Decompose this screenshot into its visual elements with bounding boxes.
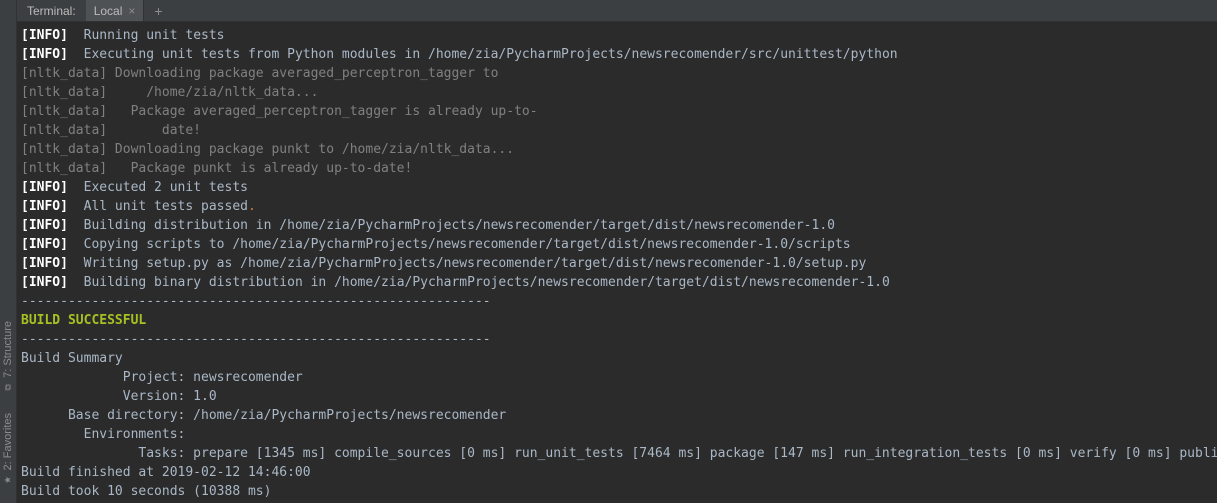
tab-label: Local xyxy=(94,4,123,18)
structure-icon: ⧉ xyxy=(3,384,14,390)
terminal-line: [nltk_data] /home/zia/nltk_data... xyxy=(21,83,1217,102)
terminal-line: Build took 10 seconds (10388 ms) xyxy=(21,482,1217,501)
terminal-tab-bar: Terminal: Local × + xyxy=(17,0,1217,22)
terminal-line: [INFO] Copying scripts to /home/zia/Pych… xyxy=(21,235,1217,254)
terminal-line: Project: newsrecomender xyxy=(21,368,1217,387)
terminal-line: [nltk_data] date! xyxy=(21,121,1217,140)
terminal-line: Environments: xyxy=(21,425,1217,444)
terminal-line: ----------------------------------------… xyxy=(21,330,1217,349)
favorites-icon: ★ xyxy=(2,475,13,483)
tool-window-sidebar: ⧉ 7: Structure ★ 2: Favorites xyxy=(0,0,17,503)
terminal-tab-local[interactable]: Local × xyxy=(86,0,145,21)
terminal-line: [nltk_data] Downloading package averaged… xyxy=(21,64,1217,83)
main-panel: Terminal: Local × + [INFO] Running unit … xyxy=(17,0,1217,503)
sidebar-item-structure[interactable]: ⧉ 7: Structure xyxy=(0,311,16,403)
terminal-line: Base directory: /home/zia/PycharmProject… xyxy=(21,406,1217,425)
terminal-line: Version: 1.0 xyxy=(21,387,1217,406)
terminal-line: [nltk_data] Downloading package punkt to… xyxy=(21,140,1217,159)
terminal-line: [INFO] Running unit tests xyxy=(21,26,1217,45)
terminal-line: Tasks: prepare [1345 ms] compile_sources… xyxy=(21,444,1217,463)
terminal-line: [INFO] Executing unit tests from Python … xyxy=(21,45,1217,64)
sidebar-item-label: 2: Favorites xyxy=(2,413,14,470)
terminal-line: Build finished at 2019-02-12 14:46:00 xyxy=(21,463,1217,482)
terminal-line: [INFO] Building binary distribution in /… xyxy=(21,273,1217,292)
add-terminal-button[interactable]: + xyxy=(144,0,172,21)
terminal-line: [INFO] Building distribution in /home/zi… xyxy=(21,216,1217,235)
terminal-output[interactable]: [INFO] Running unit tests[INFO] Executin… xyxy=(17,22,1217,503)
terminal-title: Terminal: xyxy=(17,0,86,21)
sidebar-item-label: 7: Structure xyxy=(2,321,14,378)
terminal-line: [nltk_data] Package punkt is already up-… xyxy=(21,159,1217,178)
terminal-line: ----------------------------------------… xyxy=(21,292,1217,311)
sidebar-item-favorites[interactable]: ★ 2: Favorites xyxy=(0,403,16,495)
terminal-line: BUILD SUCCESSFUL xyxy=(21,311,1217,330)
terminal-line: [nltk_data] Package averaged_perceptron_… xyxy=(21,102,1217,121)
terminal-line: [INFO] Writing setup.py as /home/zia/Pyc… xyxy=(21,254,1217,273)
terminal-line: Build Summary xyxy=(21,349,1217,368)
terminal-line: [INFO] All unit tests passed. xyxy=(21,197,1217,216)
terminal-line: [INFO] Executed 2 unit tests xyxy=(21,178,1217,197)
close-icon[interactable]: × xyxy=(128,5,135,17)
